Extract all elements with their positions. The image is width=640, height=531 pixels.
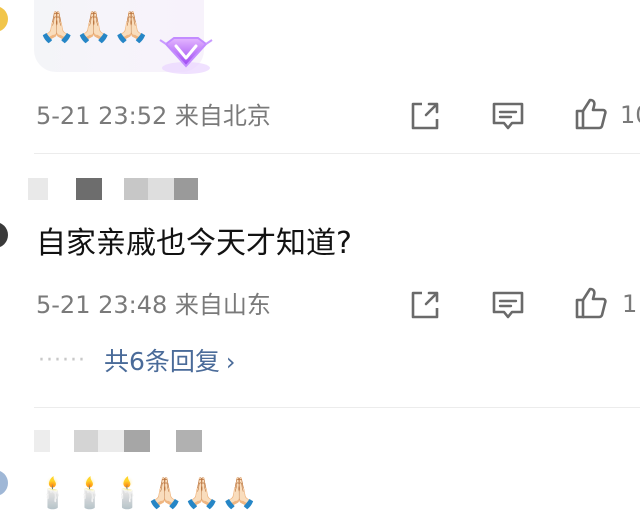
comment-icon[interactable] xyxy=(491,288,525,322)
divider xyxy=(34,153,640,154)
comment-meta: 5-21 23:48 来自山东 xyxy=(36,291,271,319)
like-count: 10 xyxy=(620,101,640,129)
comment-icon[interactable] xyxy=(491,99,525,133)
like-count: 1 xyxy=(622,290,638,318)
share-icon[interactable] xyxy=(408,99,442,133)
avatar[interactable] xyxy=(0,6,8,32)
avatar[interactable] xyxy=(0,222,8,248)
comment-text: 🕯️🕯️🕯️🙏🏻🙏🏻🙏🏻 xyxy=(34,476,259,511)
replies-indent-dots: ······ xyxy=(38,348,86,373)
username-redacted xyxy=(28,178,198,200)
comment-meta: 5-21 23:52 来自北京 xyxy=(36,102,271,130)
thumbs-up-icon[interactable] xyxy=(574,286,608,320)
thumbs-up-icon[interactable] xyxy=(574,97,608,131)
share-icon[interactable] xyxy=(408,288,442,322)
comment-text: 自家亲戚也今天才知道? xyxy=(36,226,352,261)
divider xyxy=(34,407,640,408)
comment-text: 🙏🏻🙏🏻🙏🏻 xyxy=(38,10,151,45)
avatar[interactable] xyxy=(0,470,8,496)
view-replies-link[interactable]: 共6条回复 › xyxy=(104,344,236,380)
replies-label: 共6条回复 xyxy=(104,347,220,376)
username-redacted xyxy=(34,430,202,452)
vip-diamond-icon xyxy=(159,37,213,74)
chevron-right-icon: › xyxy=(225,348,236,376)
